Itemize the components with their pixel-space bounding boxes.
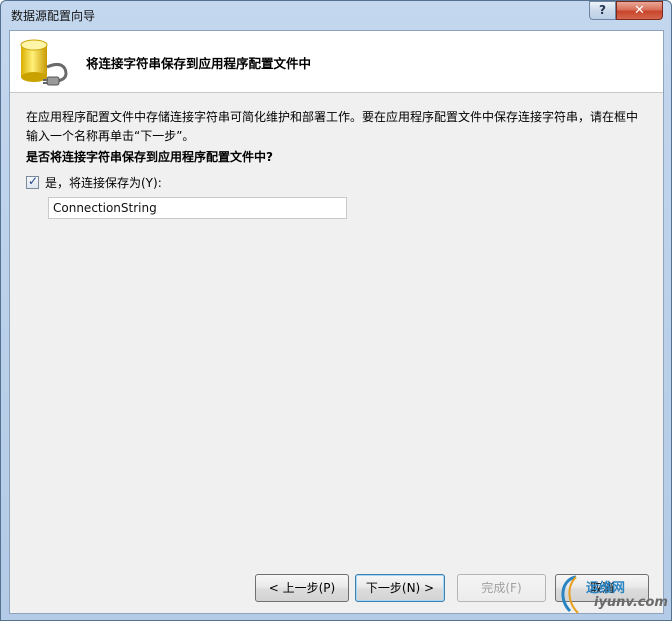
- next-button[interactable]: 下一步(N) >: [355, 574, 445, 602]
- wizard-client-area: 将连接字符串保存到应用程序配置文件中 在应用程序配置文件中存储连接字符串可简化维…: [9, 30, 664, 614]
- instruction-line-1: 在应用程序配置文件中存储连接字符串可简化维护和部署工作。要在应用程序配置文件中保…: [26, 110, 639, 124]
- help-button[interactable]: ?: [589, 1, 616, 20]
- window-title: 数据源配置向导: [11, 9, 96, 23]
- instruction-line-2: 输入一个名称再单击“下一步”。: [26, 129, 195, 143]
- close-button[interactable]: ✕: [616, 1, 663, 20]
- save-connection-option[interactable]: ✓ 是，将连接保存为(Y):: [26, 174, 162, 190]
- wizard-header: 将连接字符串保存到应用程序配置文件中: [10, 31, 663, 93]
- save-connection-checkbox[interactable]: ✓: [26, 173, 39, 189]
- watermark-line-1: 运维网: [586, 581, 626, 596]
- database-plug-icon: [20, 39, 68, 86]
- save-connection-label: 是，将连接保存为(Y):: [45, 175, 162, 190]
- page-title: 将连接字符串保存到应用程序配置文件中: [86, 56, 312, 71]
- watermark-line-2: iyunv.com: [594, 595, 668, 610]
- previous-button[interactable]: < 上一步(P): [255, 574, 349, 602]
- checkmark-icon: ✓: [28, 173, 39, 188]
- finish-button[interactable]: 完成(F): [457, 574, 546, 602]
- save-question: 是否将连接字符串保存到应用程序配置文件中?: [26, 150, 273, 164]
- instruction-text: 在应用程序配置文件中存储连接字符串可简化维护和部署工作。要在应用程序配置文件中保…: [26, 108, 651, 146]
- connection-name-input[interactable]: [48, 197, 347, 219]
- site-watermark: 运维网 iyunv.com: [556, 573, 668, 617]
- title-bar[interactable]: 数据源配置向导 ? ✕: [1, 1, 671, 29]
- wizard-window: 数据源配置向导 ? ✕ 将连接字符串保存到应用程序配置文件中 在应用程序配置文件…: [0, 0, 672, 621]
